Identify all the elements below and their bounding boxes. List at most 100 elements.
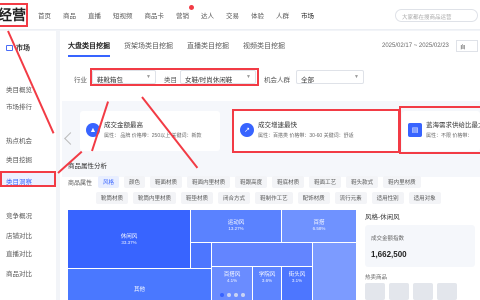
- hot-products-label: 热卖商品: [365, 275, 388, 281]
- nav-item-product[interactable]: 商品: [57, 10, 82, 20]
- search-input[interactable]: 大家都在搜商品运营: [395, 9, 478, 22]
- tab-video-category[interactable]: 视频类目挖掘: [243, 41, 285, 57]
- chip-shoe-craft[interactable]: 鞋制作工艺: [255, 192, 293, 204]
- sidebar-item-competition[interactable]: 竞争概况: [6, 210, 32, 220]
- industry-label: 行业: [74, 77, 87, 84]
- chip-upper-craft[interactable]: 鞋面工艺: [309, 176, 342, 188]
- cell-percent: 3.6%: [261, 278, 273, 283]
- product-thumbnail[interactable]: [437, 283, 457, 300]
- hot-products-list: [365, 283, 457, 300]
- nav-item-experience[interactable]: 体验: [245, 10, 270, 20]
- nav-item-market[interactable]: 市场: [295, 10, 320, 20]
- chip-accessory-material[interactable]: 配饰材质: [297, 192, 330, 204]
- attribute-label: 商品属性: [68, 180, 93, 187]
- chevron-left-icon[interactable]: [64, 132, 77, 145]
- cell-percent: 33.37%: [121, 240, 137, 245]
- tab-bar: 大盘类目挖掘 货架场类目挖掘 直播类目挖掘 视频类目挖掘: [68, 41, 299, 57]
- card-title: 成交金额最高: [104, 122, 143, 129]
- page-dot[interactable]: [241, 293, 245, 297]
- main-content: 大盘类目挖掘 货架场类目挖掘 直播类目挖掘 视频类目挖掘 2025/02/17 …: [60, 31, 480, 300]
- cell-label: 学院风: [258, 272, 276, 278]
- chip-sole-material[interactable]: 鞋底材质: [272, 176, 305, 188]
- nav-item-home[interactable]: 首页: [32, 10, 57, 20]
- sidebar: 市场 类目概览 市场排行 热点机会 类目挖掘 类目洞察 竞争概况 店铺对比 直播…: [0, 31, 56, 300]
- sales-index-label: 成交金额指数: [371, 236, 405, 242]
- tab-live-category[interactable]: 直播类目挖掘: [187, 41, 229, 57]
- section-title: 商品属性分析: [68, 163, 107, 170]
- chip-boot-material[interactable]: 靴筒材质: [96, 192, 129, 204]
- top-nav-bar: 经营 首页 商品 直播 短视频 商品卡 营销 达人 交易 体验 人群 市场 大家…: [0, 0, 480, 30]
- chip-closure[interactable]: 闭合方式: [218, 192, 251, 204]
- chip-color[interactable]: 颜色: [124, 176, 146, 188]
- chip-style[interactable]: 风格: [98, 176, 120, 188]
- chip-target[interactable]: 适用对象: [408, 192, 441, 204]
- chip-heel-height[interactable]: 鞋跟高度: [235, 176, 268, 188]
- top-nav: 首页 商品 直播 短视频 商品卡 营销 达人 交易 体验 人群 市场: [32, 0, 320, 30]
- product-thumbnail[interactable]: [413, 283, 433, 300]
- cell-label: 百搭风: [223, 272, 241, 278]
- product-thumbnail[interactable]: [389, 283, 409, 300]
- date-range[interactable]: 2025/02/17 ~ 2025/02/23: [382, 43, 449, 49]
- cell-percent: 6.58%: [312, 226, 326, 231]
- chip-insole-material[interactable]: 鞋垫材质: [181, 192, 214, 204]
- sidebar-item-category-insight[interactable]: 类目洞察: [0, 171, 56, 187]
- chip-inner-material[interactable]: 鞋内里材质: [383, 176, 421, 188]
- sidebar-item-category-mining[interactable]: 类目挖掘: [6, 154, 32, 164]
- page-dot[interactable]: [234, 293, 238, 297]
- sales-index-value: 1,662,500: [371, 250, 407, 259]
- crowd-select[interactable]: 全部 ▼: [296, 70, 364, 84]
- notification-dot: [189, 5, 194, 10]
- pagination-dots: [220, 293, 245, 297]
- card-meta: 属性： 品牌 价格带：250以上 关键词：新款: [104, 133, 202, 139]
- product-thumbnail[interactable]: [365, 283, 385, 300]
- app-logo: 经营: [0, 3, 28, 27]
- panel-title: 风格-休闲风: [365, 214, 400, 221]
- cell-label: 百搭: [313, 220, 325, 226]
- tab-overall-category[interactable]: 大盘类目挖掘: [68, 41, 110, 57]
- page-dot[interactable]: [220, 293, 224, 297]
- custom-date-button[interactable]: 自: [456, 40, 478, 52]
- chip-upper-material[interactable]: 鞋面材质: [150, 176, 183, 188]
- treemap-cell-sport[interactable]: 运动风 13.27%: [191, 210, 281, 242]
- nav-item-influencer[interactable]: 达人: [195, 10, 220, 20]
- cell-label: 运动风: [227, 220, 245, 226]
- attribute-chips-row-1: 商品属性 风格 颜色 鞋面材质 鞋面内里材质 鞋跟高度 鞋底材质 鞋面工艺 鞋头…: [68, 176, 426, 188]
- page-dot[interactable]: [227, 293, 231, 297]
- nav-item-marketing[interactable]: 营销: [170, 5, 195, 20]
- chip-boot-lining[interactable]: 靴筒内里材质: [133, 192, 177, 204]
- treemap-cell-street[interactable]: 街头风 3.1%: [282, 267, 312, 300]
- sidebar-item-product-compare[interactable]: 商品对比: [6, 268, 32, 278]
- cell-percent: 3.1%: [291, 278, 303, 283]
- nav-item-live[interactable]: 直播: [82, 10, 107, 20]
- nav-item-trade[interactable]: 交易: [220, 10, 245, 20]
- treemap-cell-mid[interactable]: [212, 243, 312, 266]
- sidebar-item-live-compare[interactable]: 直播对比: [6, 248, 32, 258]
- chevron-down-icon: ▼: [354, 74, 359, 80]
- attribute-chips-row-2: 靴筒材质 靴筒内里材质 鞋垫材质 闭合方式 鞋制作工艺 配饰材质 流行元素 适用…: [96, 192, 446, 204]
- crowd-label: 机会人群: [264, 77, 290, 84]
- treemap-cell-casual[interactable]: 休闲风 33.37%: [68, 210, 190, 268]
- nav-item-product-card[interactable]: 商品卡: [139, 10, 171, 20]
- treemap-cell-preppy[interactable]: 学院风 3.6%: [253, 267, 281, 300]
- sidebar-item-hot[interactable]: 热点机会: [6, 135, 32, 145]
- treemap-cell-small[interactable]: [191, 243, 211, 268]
- sidebar-item-shop-compare[interactable]: 店铺对比: [6, 230, 32, 240]
- treemap-cell-versatile[interactable]: 百搭 6.58%: [282, 210, 356, 242]
- chip-trend-element[interactable]: 流行元素: [334, 192, 367, 204]
- treemap-cell-misc[interactable]: [313, 243, 356, 300]
- style-treemap: 休闲风 33.37% 运动风 13.27% 百搭 6.58% 百搭风 4.1% …: [68, 210, 356, 300]
- nav-item-video[interactable]: 短视频: [107, 10, 139, 20]
- chip-gender[interactable]: 适用性别: [371, 192, 404, 204]
- cell-label: 街头风: [288, 272, 306, 278]
- nav-item-crowd[interactable]: 人群: [270, 10, 295, 20]
- blue-ocean-card-highlight: [399, 106, 480, 154]
- cell-label: 休闲风: [120, 234, 138, 240]
- tab-shelf-category[interactable]: 货架场类目挖掘: [124, 41, 173, 57]
- growth-card-highlight: [232, 109, 400, 153]
- chip-toe-style[interactable]: 鞋头款式: [346, 176, 379, 188]
- chip-upper-lining[interactable]: 鞋面内里材质: [187, 176, 231, 188]
- sidebar-item-overview[interactable]: 类目概览: [6, 84, 32, 94]
- treemap-cell-other[interactable]: 其他: [68, 269, 211, 300]
- sidebar-item-ranking[interactable]: 市场排行: [6, 101, 32, 111]
- cell-percent: 13.27%: [228, 226, 244, 231]
